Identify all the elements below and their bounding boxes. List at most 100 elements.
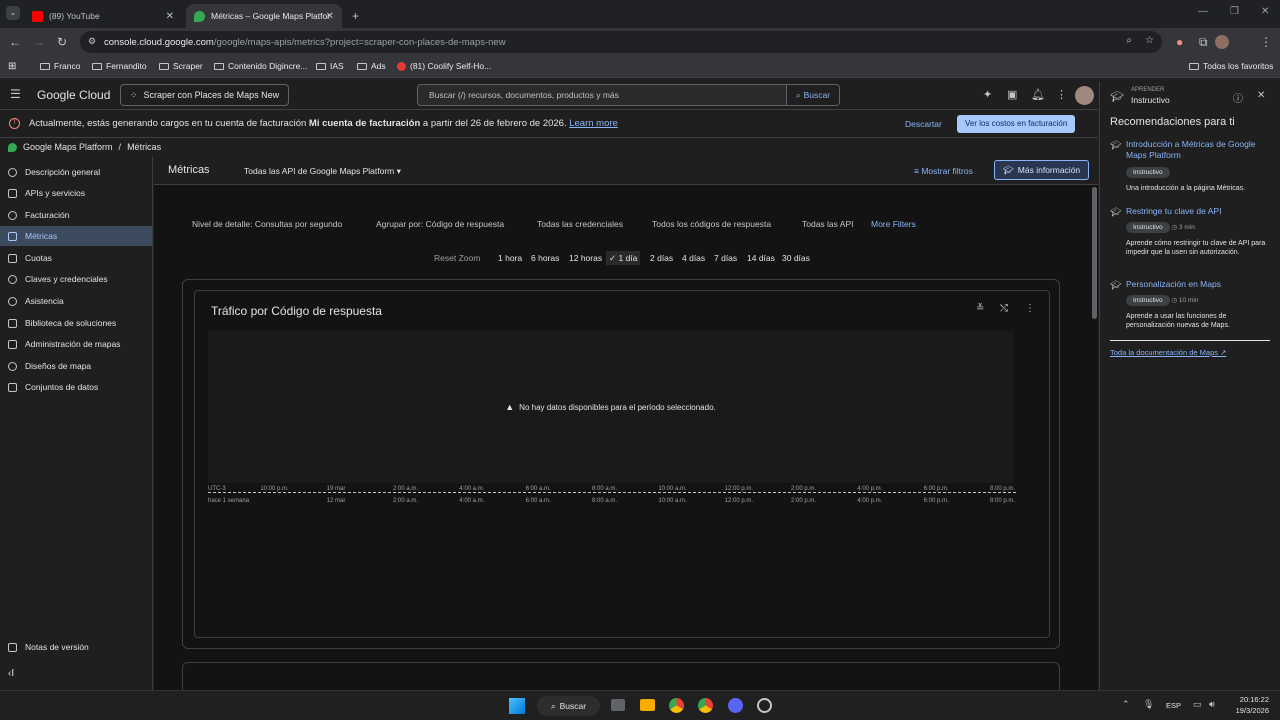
bookmark-folder[interactable]: Fernandito [92, 61, 147, 71]
bookmark-folder[interactable]: Ads [357, 61, 386, 71]
chip-apis[interactable]: Todas las API [802, 218, 854, 230]
tray-chevron-icon[interactable]: ⌃ [1122, 699, 1130, 710]
reset-zoom-button[interactable]: Reset Zoom [431, 251, 483, 265]
reload-icon[interactable]: ↻ [57, 35, 67, 49]
scrollbar-thumb[interactable] [1092, 187, 1097, 319]
discord-icon[interactable] [728, 698, 743, 713]
bookmark-link[interactable]: (81) Coolify Self-Ho... [397, 61, 491, 71]
more-info-button[interactable]: 🎓︎ Más información [994, 160, 1090, 180]
profile-avatar[interactable] [1215, 35, 1229, 49]
zoom-14d[interactable]: 14 días [744, 251, 778, 265]
zoom-2d[interactable]: 2 días [647, 251, 676, 265]
zoom-1h[interactable]: 1 hora [495, 251, 525, 265]
zoom-6h[interactable]: 6 horas [528, 251, 562, 265]
forward-icon[interactable]: → [33, 35, 45, 49]
sidebar-item-cuotas[interactable]: Cuotas [0, 248, 152, 268]
maximize-icon[interactable]: ❐ [1230, 6, 1239, 17]
zoom-30d[interactable]: 30 días [779, 251, 813, 265]
tab-metricas[interactable]: Métricas – Google Maps Platfor ✕ [186, 4, 342, 28]
sidebar-item-facturacion[interactable]: Facturación [0, 205, 152, 225]
cloud-shell-icon[interactable]: ▣ [1007, 88, 1017, 101]
sidebar-item-claves[interactable]: Claves y credenciales [0, 269, 152, 289]
close-panel-icon[interactable]: ✕ [1257, 90, 1265, 101]
sidebar-item-descripcion-general[interactable]: Descripción general [0, 162, 152, 182]
all-bookmarks-folder[interactable]: Todos los favoritos [1189, 61, 1273, 71]
tab-youtube[interactable]: (89) YouTube ✕ [24, 4, 182, 28]
settings-menu-icon[interactable]: ⋮ [1056, 88, 1067, 101]
bookmark-folder[interactable]: Franco [40, 61, 80, 71]
sidebar-item-asistencia[interactable]: Asistencia [0, 291, 152, 311]
chrome-icon[interactable] [669, 698, 684, 713]
recommendation-title[interactable]: Introducción a Métricas de Google Maps P… [1126, 139, 1274, 161]
address-bar[interactable]: ⚙ console.cloud.google.com/google/maps-a… [80, 31, 1162, 53]
learn-more-link[interactable]: Learn more [569, 118, 618, 129]
zoom-1d[interactable]: ✓ 1 día [606, 251, 641, 265]
chip-group-by[interactable]: Agrupar por: Código de respuesta [376, 218, 504, 230]
bookmark-folder[interactable]: Scraper [159, 61, 203, 71]
gemini-sparkle-icon[interactable]: ✦ [983, 88, 992, 101]
back-icon[interactable]: ← [9, 35, 21, 49]
show-filters-button[interactable]: ≡ Mostrar filtros [914, 166, 973, 176]
chrome-profile-icon[interactable] [698, 698, 713, 713]
chip-response-codes[interactable]: Todos los códigos de respuesta [652, 218, 771, 230]
info-icon[interactable]: ⓘ [1233, 90, 1243, 105]
volume-icon[interactable]: 🔊︎ [1209, 699, 1215, 710]
zoom-icon[interactable]: ⌕ [1126, 35, 1132, 46]
clock-date[interactable]: 19/3/2026 [1229, 706, 1269, 715]
minimize-icon[interactable]: — [1198, 6, 1208, 17]
recommendation-title[interactable]: Restringe tu clave de API [1126, 206, 1274, 217]
task-view-icon[interactable] [611, 699, 625, 711]
hamburger-menu-icon[interactable]: ☰ [10, 87, 21, 101]
language-indicator[interactable]: ESP [1166, 701, 1181, 710]
close-window-icon[interactable]: ✕ [1261, 6, 1269, 17]
close-tab-icon[interactable]: ✕ [166, 11, 174, 22]
legend-toggle-icon[interactable]: ≚ [976, 303, 984, 314]
site-info-icon[interactable]: ⚙ [88, 36, 96, 47]
chip-detail-level[interactable]: Nivel de detalle: Consultas por segundo [192, 218, 342, 230]
chip-credentials[interactable]: Todas las credenciales [537, 218, 623, 230]
account-avatar[interactable] [1075, 86, 1094, 105]
bookmark-folder[interactable]: IAS [316, 61, 344, 71]
sidebar-item-administracion-mapas[interactable]: Administración de mapas [0, 334, 152, 354]
zoom-7d[interactable]: 7 días [711, 251, 740, 265]
taskbar-search[interactable]: ⌕ Buscar [537, 696, 600, 716]
apps-grid-icon[interactable]: ⊞ [8, 61, 16, 72]
chart-menu-icon[interactable]: ⋮ [1025, 303, 1035, 314]
all-docs-link[interactable]: Toda la documentación de Maps ↗ [1110, 348, 1226, 357]
google-cloud-logo[interactable]: Google Cloud [37, 88, 110, 102]
api-selector-dropdown[interactable]: Todas las API de Google Maps Platform ▾ [244, 166, 401, 177]
chart-options-icon[interactable]: ⤭ [1000, 303, 1008, 314]
zoom-12h[interactable]: 12 horas [566, 251, 605, 265]
dismiss-button[interactable]: Descartar [905, 119, 942, 129]
file-explorer-icon[interactable] [640, 699, 655, 711]
bookmark-star-icon[interactable]: ☆ [1145, 35, 1154, 46]
more-filters-link[interactable]: More Filters [871, 218, 916, 230]
close-tab-icon[interactable]: ✕ [326, 11, 334, 22]
clock-time[interactable]: 20:16:22 [1229, 695, 1269, 704]
sidebar-item-biblioteca[interactable]: Biblioteca de soluciones [0, 313, 152, 333]
sidebar-item-apis[interactable]: APIs y servicios [0, 183, 152, 203]
extensions-puzzle-icon[interactable]: ⧉ [1199, 35, 1208, 49]
tab-search-button[interactable]: ⌄ [6, 6, 20, 20]
view-costs-button[interactable]: Ver los costos en facturación [957, 115, 1076, 133]
sidebar-item-conjuntos-datos[interactable]: Conjuntos de datos [0, 377, 152, 397]
microphone-icon[interactable]: 🎙︎ [1143, 699, 1154, 710]
project-selector-button[interactable]: ⁘ Scraper con Places de Maps New [120, 84, 290, 106]
recommendation-title[interactable]: Personalización en Maps [1126, 279, 1274, 290]
windows-start-icon[interactable] [509, 698, 525, 714]
sidebar-item-metricas[interactable]: Métricas [0, 226, 152, 246]
bookmark-folder[interactable]: Contenido Digincre... [214, 61, 307, 71]
sidebar-item-disenos-mapa[interactable]: Diseños de mapa [0, 356, 152, 376]
app-icon[interactable] [757, 698, 772, 713]
new-tab-button[interactable]: + [344, 4, 364, 28]
notifications-bell-icon[interactable]: 🔔︎ [1031, 88, 1045, 101]
search-button[interactable]: ⌕ Buscar [786, 84, 840, 106]
extension-icon[interactable]: ● [1176, 35, 1183, 49]
search-input[interactable]: Buscar (/) recursos, documentos, product… [417, 84, 787, 106]
zoom-4d[interactable]: 4 días [679, 251, 708, 265]
browser-menu-icon[interactable]: ⋮ [1260, 35, 1272, 49]
breadcrumb-root[interactable]: Google Maps Platform [23, 142, 113, 152]
sidebar-item-notas-version[interactable]: Notas de versión [0, 637, 152, 657]
network-icon[interactable]: ▭ [1193, 699, 1202, 710]
collapse-sidebar-button[interactable]: ‹I [0, 663, 152, 683]
